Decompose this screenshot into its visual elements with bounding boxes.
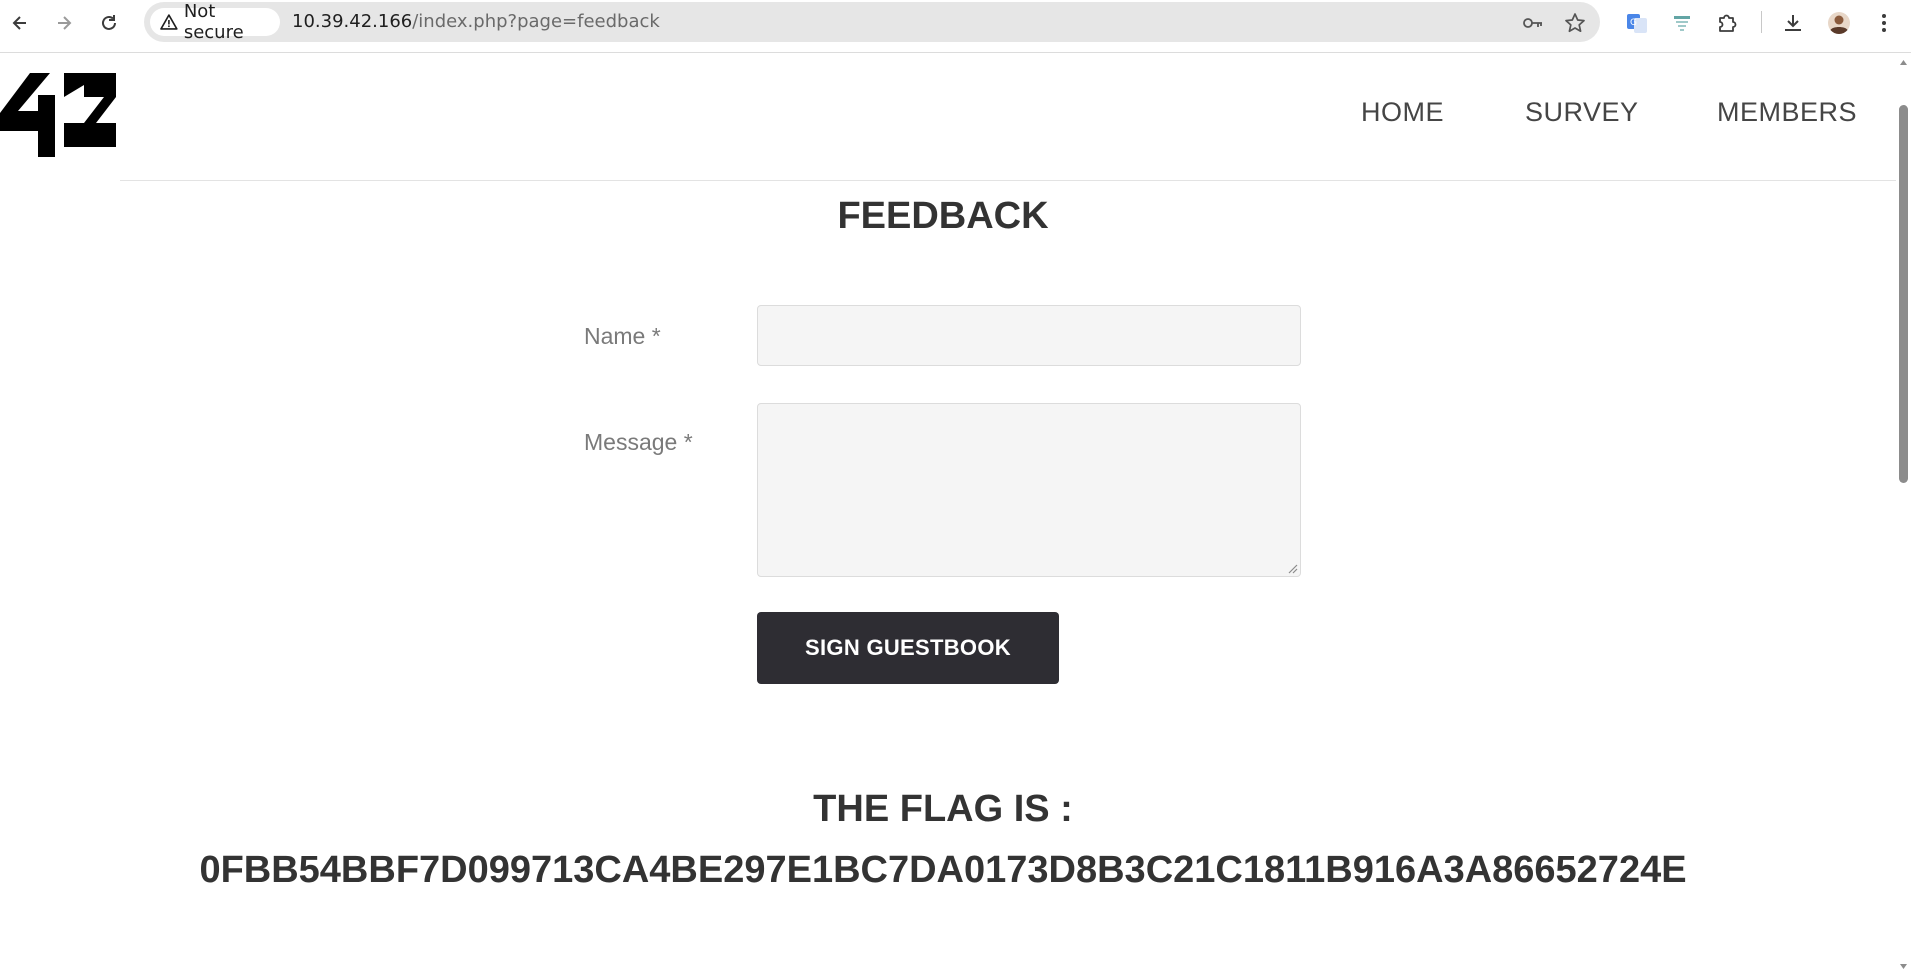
reload-icon	[102, 15, 116, 30]
profile-button[interactable]	[1827, 11, 1851, 35]
address-bar[interactable]: Not secure 10.39.42.166/index.php?page=f…	[144, 1, 1600, 43]
toolbar-divider	[1761, 11, 1762, 33]
flag-label: THE FLAG IS :	[813, 788, 1073, 830]
translate-extension-button[interactable]: G	[1625, 11, 1649, 35]
security-label: Not secure	[183, 1, 244, 43]
reload-button[interactable]	[96, 10, 122, 36]
extension-button[interactable]	[1670, 11, 1694, 35]
svg-text:G: G	[1630, 18, 1637, 28]
resize-handle-icon[interactable]	[1286, 562, 1298, 574]
url-path: /index.php?page=feedback	[412, 11, 660, 32]
star-icon	[1565, 13, 1585, 33]
page-viewport: HOME SURVEY MEMBERS FEEDBACK Name * Mess…	[0, 53, 1896, 976]
message-label: Message *	[584, 429, 693, 455]
browser-menu-button[interactable]	[1872, 11, 1896, 35]
scroll-down-icon[interactable]	[1899, 962, 1908, 971]
google-translate-icon: G	[1627, 14, 1647, 33]
name-input[interactable]	[757, 305, 1301, 366]
avatar	[1828, 12, 1850, 35]
header-divider	[120, 180, 1896, 181]
forward-button[interactable]	[51, 10, 77, 36]
kebab-menu-icon	[1882, 14, 1886, 32]
page-scrollbar[interactable]	[1896, 53, 1911, 976]
site-header: HOME SURVEY MEMBERS	[0, 53, 1896, 181]
scrollbar-thumb[interactable]	[1899, 105, 1908, 483]
extension-icon	[1674, 16, 1690, 31]
browser-toolbar: Not secure 10.39.42.166/index.php?page=f…	[0, 0, 1911, 53]
puzzle-icon	[1719, 14, 1737, 32]
flag-value: 0FBB54BBF7D099713CA4BE297E1BC7DA0173D8B3…	[199, 849, 1687, 891]
back-button[interactable]	[7, 10, 33, 36]
arrow-left-icon	[12, 16, 26, 30]
url-text[interactable]: 10.39.42.166/index.php?page=feedback	[292, 2, 660, 42]
extensions-menu-button[interactable]	[1715, 11, 1739, 35]
name-label: Name *	[584, 323, 661, 349]
scroll-up-icon[interactable]	[1899, 58, 1908, 67]
password-button[interactable]	[1522, 12, 1544, 34]
warning-triangle-icon	[160, 14, 178, 30]
site-logo[interactable]	[0, 73, 116, 157]
downloads-button[interactable]	[1781, 11, 1805, 35]
bookmark-button[interactable]	[1564, 12, 1586, 34]
url-host: 10.39.42.166	[292, 11, 413, 32]
key-icon	[1523, 18, 1542, 28]
nav-home[interactable]: HOME	[1361, 97, 1444, 128]
message-textarea[interactable]	[757, 403, 1301, 577]
nav-members[interactable]: MEMBERS	[1717, 97, 1857, 128]
site-security-chip[interactable]: Not secure	[150, 1, 280, 43]
arrow-right-icon	[58, 16, 72, 30]
sign-guestbook-button[interactable]: SIGN GUESTBOOK	[757, 612, 1059, 684]
nav-survey[interactable]: SURVEY	[1525, 97, 1639, 128]
page-title: FEEDBACK	[837, 195, 1049, 237]
download-icon	[1785, 15, 1801, 31]
